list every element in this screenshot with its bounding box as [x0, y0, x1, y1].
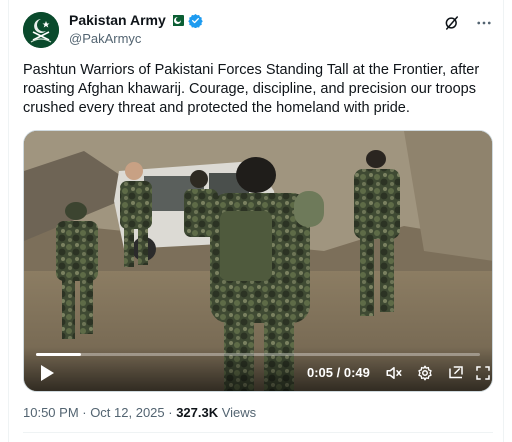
progress-bar[interactable] — [36, 353, 480, 356]
display-name[interactable]: Pakistan Army — [69, 12, 166, 28]
pakistan-flag-icon — [169, 14, 184, 26]
avatar[interactable] — [23, 12, 59, 48]
picture-in-picture-icon[interactable] — [447, 364, 465, 382]
progress-fill — [36, 353, 82, 356]
play-icon[interactable] — [38, 363, 56, 383]
tweet-card: Pakistan Army @PakArmyc Pashtun Warriors… — [8, 0, 504, 442]
tweet-timestamp[interactable]: 10:50 PM · Oct 12, 2025 · — [23, 405, 176, 420]
volume-muted-icon[interactable] — [385, 364, 403, 382]
time-readout: 0:05 / 0:49 — [307, 365, 370, 380]
settings-icon[interactable] — [416, 364, 434, 382]
grok-icon[interactable] — [443, 14, 461, 32]
more-icon[interactable] — [475, 14, 493, 32]
tweet-header: Pakistan Army @PakArmyc — [23, 10, 493, 50]
verified-badge-icon — [188, 13, 203, 28]
account-names: Pakistan Army @PakArmyc — [69, 12, 203, 46]
tweet-text: Pashtun Warriors of Pakistani Forces Sta… — [23, 62, 480, 116]
divider — [23, 432, 493, 433]
views-count: 327.3K — [176, 405, 219, 420]
tweet-meta: 10:50 PM · Oct 12, 2025 · 327.3K Views — [23, 405, 256, 420]
video-controls: 0:05 / 0:49 — [24, 347, 492, 391]
fullscreen-icon[interactable] — [474, 364, 492, 382]
name-row: Pakistan Army — [69, 12, 203, 28]
video-player[interactable]: 0:05 / 0:49 — [23, 130, 493, 392]
views-label: Views — [218, 405, 257, 420]
header-actions — [443, 14, 493, 32]
account-handle[interactable]: @PakArmyc — [69, 31, 203, 46]
pakistan-army-crest-icon — [23, 12, 59, 48]
